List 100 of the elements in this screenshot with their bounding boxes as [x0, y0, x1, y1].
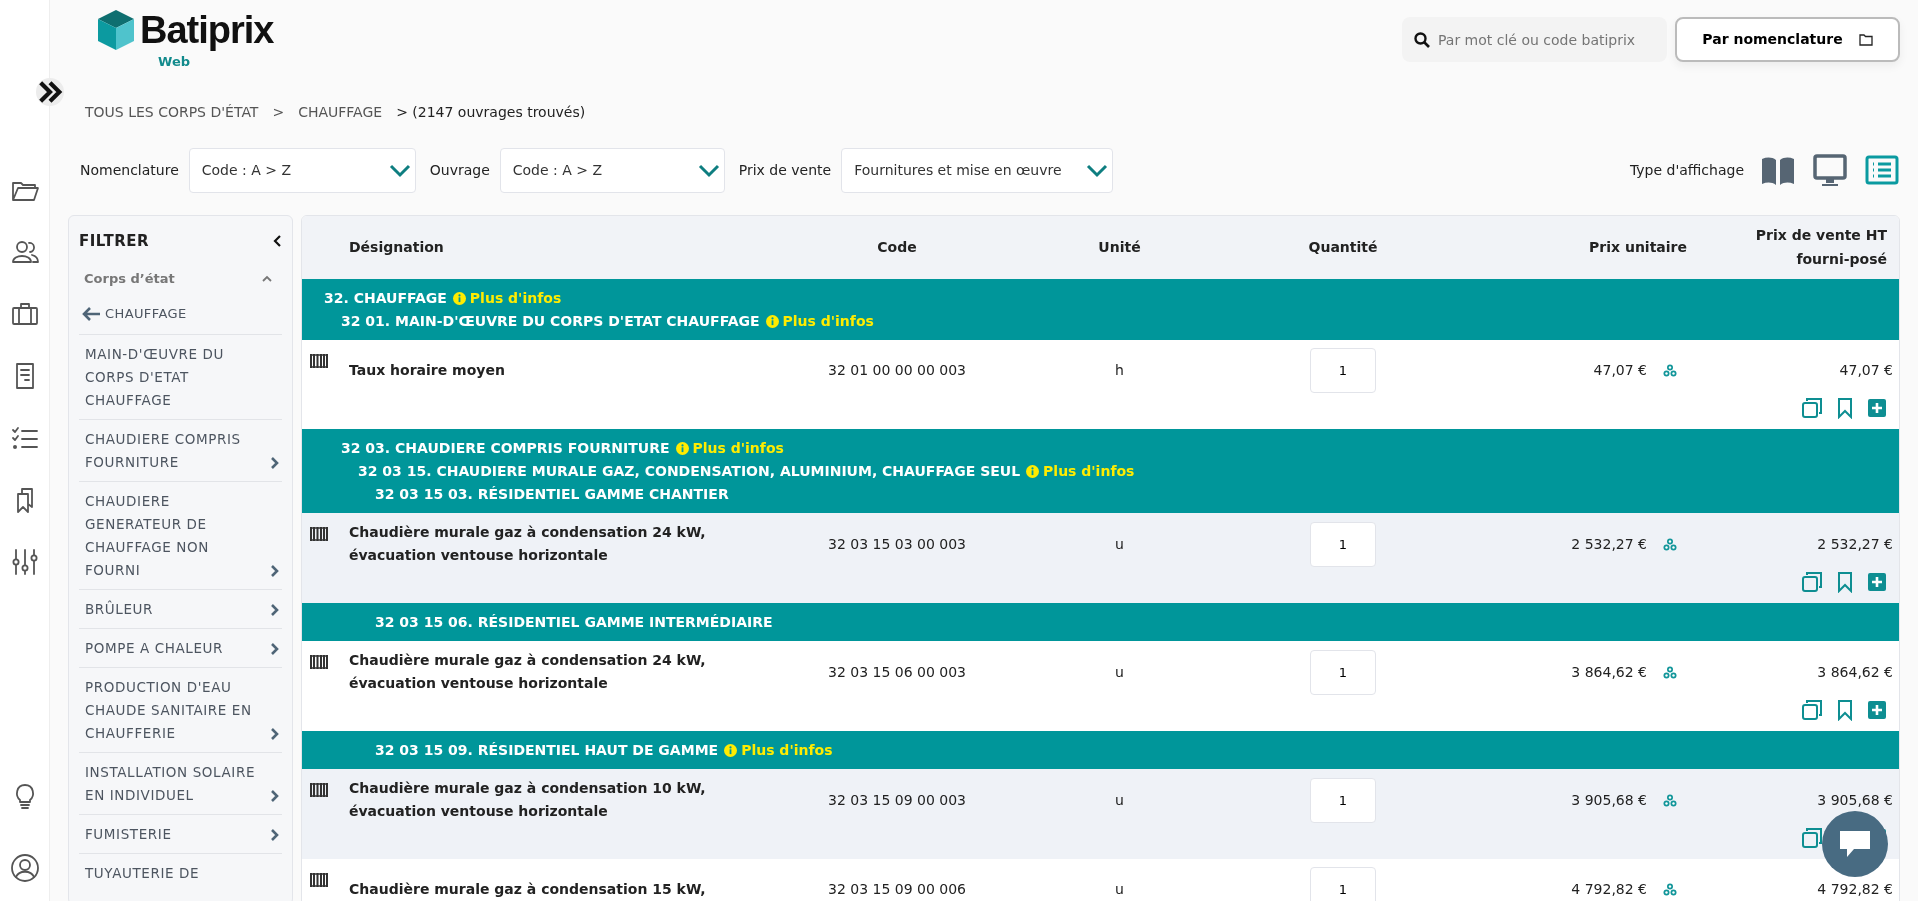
group-heading: 32 03 15 09. RÉSIDENTIEL HAUT DE GAMME	[375, 741, 719, 760]
bookmark-icon[interactable]	[1837, 699, 1853, 721]
filter-item[interactable]: MAIN-D'ŒUVRE DU CORPS D'ETAT CHAUFFAGE	[79, 333, 282, 419]
cluster-icon[interactable]	[1663, 793, 1677, 807]
chevron-right-icon	[270, 563, 280, 578]
price-cell-text: 47,07 €	[1593, 361, 1647, 380]
code-cell: 32 03 15 09 00 003	[827, 791, 966, 808]
group-heading: 32. CHAUFFAGE	[324, 289, 447, 308]
add-icon[interactable]	[1867, 700, 1887, 720]
price-cell: 3 905,68 €	[1817, 791, 1893, 808]
designation-text: évacuation ventouse horizontale	[349, 802, 609, 821]
cluster-icon[interactable]	[1663, 364, 1677, 377]
sort-label: Nomenclature	[80, 161, 179, 180]
sort-dropdown[interactable]: Code : A > Z	[188, 148, 416, 193]
quantity-field[interactable]: 1	[1310, 348, 1376, 393]
code-cell: 32 03 15 03 00 003	[827, 535, 966, 552]
chevron-down-icon	[1086, 163, 1109, 178]
group-heading: 32 03 15 06. RÉSIDENTIEL GAMME INTERMÉDIAIRE	[375, 613, 773, 632]
unit-cell: u	[1115, 881, 1124, 897]
filter-item[interactable]: CHAUDIERE COMPRIS FOURNITURE	[79, 418, 282, 481]
radiator-icon	[310, 352, 328, 370]
filter-item[interactable]: FUMISTERIE	[79, 813, 282, 853]
chevron-right-icon	[270, 455, 280, 470]
designation-text: Taux horaire moyen	[349, 361, 506, 380]
info-icon	[1026, 465, 1040, 478]
filter-item[interactable]: CHAUDIERE GENERATEUR DE CHAUFFAGE NON FOURNI	[79, 480, 282, 589]
quantity-field[interactable]: 1	[1310, 867, 1376, 901]
cluster-icon[interactable]	[1663, 537, 1677, 551]
radiator-icon	[310, 871, 328, 889]
unit-cell: u	[1115, 535, 1124, 552]
price-cell-text: 4 792,82 €	[1571, 880, 1647, 899]
unit-cell: u	[1115, 663, 1124, 680]
account-icon[interactable]	[9, 853, 40, 883]
cluster-icon[interactable]	[1663, 665, 1677, 679]
chevron-right-icon	[270, 726, 280, 741]
filter-item[interactable]: POMPE A CHALEUR	[79, 627, 282, 667]
price-cell-text: 2 532,27 €	[1571, 534, 1647, 554]
info-icon	[765, 315, 779, 328]
display-type-label: Type d'affichage	[1629, 161, 1744, 180]
section-header[interactable]: Corps d’état	[79, 268, 282, 288]
column-header: Quantité	[1308, 238, 1378, 257]
cluster-icon[interactable]	[1663, 883, 1677, 896]
breadcrumb-separator: >	[272, 102, 285, 122]
code-cell: 32 03 15 06 00 003	[827, 663, 966, 680]
info-icon	[724, 744, 738, 757]
caret-up-icon	[262, 274, 272, 282]
price-cell: 47,07 €	[1839, 362, 1893, 378]
group-heading: 32 03 15 03. RÉSIDENTIEL GAMME CHANTIER	[375, 485, 729, 504]
filter-title: FILTRER	[79, 231, 149, 252]
sort-label: Ouvrage	[429, 161, 490, 180]
chevron-right-icon	[270, 788, 280, 803]
price-cell: 2 532,27 €	[1817, 535, 1893, 552]
info-icon	[675, 442, 689, 455]
bookmark-icon[interactable]	[1837, 571, 1853, 593]
collapse-button[interactable]	[272, 234, 282, 249]
chevron-right-icon	[270, 641, 280, 656]
breadcrumb-link[interactable]: TOUS LES CORPS D'ÉTAT	[85, 101, 259, 123]
add-icon[interactable]	[1867, 398, 1887, 418]
code-cell: 32 01 00 00 00 003	[827, 362, 966, 378]
column-header: Prix unitaire	[1589, 238, 1687, 257]
price-cell: 3 864,62 €	[1817, 663, 1893, 680]
sort-dropdown[interactable]: Fournitures et mise en œuvre	[841, 148, 1114, 193]
copy-icon[interactable]	[1801, 699, 1823, 721]
sort-label: Prix de vente	[738, 161, 832, 180]
nomenclature-button[interactable]: Par nomenclature	[1675, 17, 1900, 62]
copy-icon[interactable]	[1801, 571, 1823, 593]
group-heading: 32 03 15. CHAUDIERE MURALE GAZ, CONDENSATION, ALUMINIUM, CHAUFFAGE SEUL	[358, 462, 1021, 481]
designation-text: évacuation ventouse horizontale	[349, 674, 609, 693]
quantity-field[interactable]: 1	[1310, 777, 1376, 823]
group-heading: 32 01. MAIN-D'ŒUVRE DU CORPS D'ETAT CHAUFFAGE	[341, 312, 760, 331]
add-icon[interactable]	[1867, 572, 1887, 592]
breadcrumb-link[interactable]: CHAUFFAGE	[298, 101, 383, 123]
monitor-icon[interactable]	[1812, 152, 1848, 189]
quantity-field[interactable]: 1	[1310, 521, 1376, 567]
info-icon	[452, 292, 466, 305]
column-header: Prix de vente HT fourni-posé	[1754, 225, 1887, 269]
search-field[interactable]: Par mot clé ou code batiprix	[1402, 17, 1667, 62]
quantity-field[interactable]: 1	[1310, 649, 1376, 695]
filter-item[interactable]: PRODUCTION D'EAU CHAUDE SANITAIRE EN CHAUFFERIE	[79, 666, 282, 752]
copy-icon[interactable]	[1801, 397, 1823, 419]
copy-icon[interactable]	[1801, 827, 1823, 849]
radiator-icon	[310, 525, 328, 543]
logo-wordmark: Batiprix	[140, 11, 274, 49]
folder-icon	[1858, 33, 1873, 46]
column-header: Désignation	[349, 238, 444, 257]
filter-item[interactable]: TUYAUTERIE DE	[79, 852, 282, 892]
expand-button[interactable]	[36, 78, 64, 106]
chevron-right-icon	[270, 827, 280, 842]
back-link[interactable]: CHAUFFAGE	[79, 304, 282, 324]
back-arrow-icon	[81, 305, 101, 322]
designation-text: évacuation ventouse horizontale	[349, 546, 609, 565]
sort-dropdown[interactable]: Code : A > Z	[499, 148, 725, 193]
chevron-right-icon	[270, 602, 280, 617]
price-cell: 4 792,82 €	[1817, 881, 1893, 897]
price-cell-text: 3 864,62 €	[1571, 662, 1647, 682]
designation-text: Chaudière murale gaz à condensation 24 kW,	[349, 523, 707, 542]
collapse-icon	[272, 234, 282, 249]
bookmark-icon[interactable]	[1837, 397, 1853, 419]
filter-item[interactable]: INSTALLATION SOLAIRE EN INDIVIDUEL	[79, 751, 282, 814]
filter-item[interactable]: BRÛLEUR	[79, 588, 282, 628]
